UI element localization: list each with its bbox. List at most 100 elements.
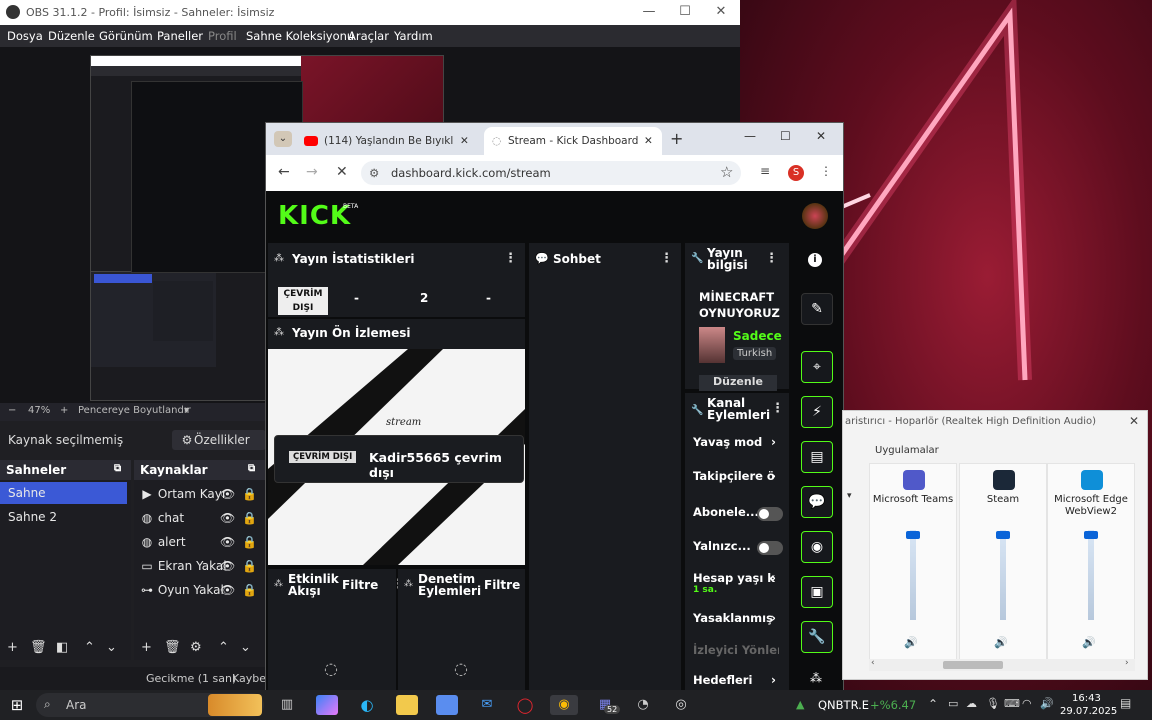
menu-araclar[interactable]: Araçlar xyxy=(348,29,389,43)
wrench-icon[interactable]: 🔧 xyxy=(801,621,833,653)
speaker-icon[interactable]: 🔊 xyxy=(1040,697,1054,710)
channel-action-row[interactable]: İzleyici Yönlendir xyxy=(693,643,785,661)
channel-action-row[interactable]: Yasaklanmış › xyxy=(693,611,785,629)
add-scene-button[interactable]: + xyxy=(7,640,18,655)
opera-icon[interactable]: ◯ xyxy=(514,695,536,715)
drag-handle-icon[interactable]: ⁂ xyxy=(404,579,413,589)
scrollbar-thumb[interactable] xyxy=(943,661,1003,669)
cloud-icon[interactable]: ☁ xyxy=(966,697,977,710)
menu-sahne-koleksiyonu[interactable]: Sahne Koleksiyonu xyxy=(246,29,354,43)
move-up-icon[interactable]: ⌃ xyxy=(218,640,229,655)
copilot-icon[interactable] xyxy=(316,695,338,715)
source-item[interactable]: ⊶ Oyun Yakal 👁 🔒 xyxy=(134,579,265,601)
lock-icon[interactable]: 🔒 xyxy=(242,483,257,505)
url-input[interactable]: ⚙ dashboard.kick.com/stream xyxy=(361,161,741,185)
channel-action-row[interactable]: Hedefleri › xyxy=(693,673,785,691)
minimize-button[interactable]: — xyxy=(634,3,664,21)
menu-gorunum[interactable]: Görünüm xyxy=(99,29,153,43)
drag-handle-icon[interactable]: ⁂ xyxy=(274,327,284,338)
lightning-icon[interactable]: ⚡ xyxy=(801,396,833,428)
menu-duzenle[interactable]: Düzenle xyxy=(48,29,95,43)
task-view-icon[interactable]: ▥ xyxy=(276,695,298,715)
tab-close-icon[interactable]: ✕ xyxy=(644,127,653,155)
apps-icon[interactable]: ⁂ xyxy=(810,671,822,685)
speaker-icon[interactable]: 🔊 xyxy=(904,636,918,649)
more-menu-icon[interactable]: ⋮ xyxy=(820,164,832,178)
drag-handle-icon[interactable]: ⁂ xyxy=(274,579,283,589)
file-explorer-icon[interactable] xyxy=(396,695,418,715)
tab-kick-dashboard[interactable]: ◌ Stream - Kick Dashboard ✕ xyxy=(484,127,662,155)
horizontal-scrollbar[interactable]: ‹ › xyxy=(869,658,1135,671)
user-avatar[interactable] xyxy=(802,203,828,229)
move-down-icon[interactable]: ⌄ xyxy=(240,640,251,655)
speaker-icon[interactable]: 🔊 xyxy=(1082,636,1096,649)
mail-icon[interactable]: ✉ xyxy=(476,695,498,715)
filter-icon[interactable]: ◧ xyxy=(56,640,68,655)
site-info-icon[interactable]: ⚙ xyxy=(369,161,379,185)
clock-time[interactable]: 16:43 xyxy=(1072,693,1101,704)
steam-taskbar-icon[interactable]: ◎ xyxy=(670,695,692,715)
clock-date[interactable]: 29.07.2025 xyxy=(1060,706,1117,717)
source-item[interactable]: ◍ alert 👁 🔒 xyxy=(134,531,265,553)
eye-icon[interactable]: 👁 xyxy=(220,579,235,601)
store-icon[interactable] xyxy=(436,695,458,715)
stop-icon[interactable]: ✕ xyxy=(336,164,348,180)
scroll-right-icon[interactable]: › xyxy=(1125,658,1129,668)
chevron-right-icon[interactable]: › xyxy=(771,435,776,449)
scroll-left-icon[interactable]: ‹ xyxy=(871,658,875,668)
channel-action-row[interactable]: Takipçilere ö › xyxy=(693,469,785,487)
volume-slider-track[interactable] xyxy=(1000,530,1006,620)
volume-slider-track[interactable] xyxy=(910,530,916,620)
scene-item-sahne[interactable]: Sahne xyxy=(0,482,127,504)
bookmark-star-icon[interactable]: ☆ xyxy=(720,163,733,181)
drag-handle-icon[interactable]: ⁂ xyxy=(274,253,284,264)
resize-dropdown-icon[interactable]: ▾ xyxy=(184,405,189,416)
kick-logo[interactable]: KICK xyxy=(278,201,351,231)
maximize-button[interactable]: ☐ xyxy=(780,129,791,143)
edit-button[interactable]: Düzenle xyxy=(699,375,777,391)
layout-icon[interactable]: ▣ xyxy=(801,576,833,608)
activity-filter-button[interactable]: Filtre xyxy=(342,578,378,592)
eye-icon[interactable]: 👁 xyxy=(220,555,235,577)
lock-icon[interactable]: 🔒 xyxy=(242,555,257,577)
close-button[interactable]: ✕ xyxy=(816,129,826,143)
scene-item-sahne-2[interactable]: Sahne 2 xyxy=(0,506,127,528)
volume-slider-thumb[interactable] xyxy=(1084,530,1098,539)
source-item[interactable]: ▶ Ortam Kayı 👁 🔒 xyxy=(134,483,265,505)
chevron-right-icon[interactable]: › xyxy=(771,571,776,585)
panel-menu-icon[interactable]: ⋮ xyxy=(504,251,517,266)
moderation-filter-button[interactable]: Filtre xyxy=(484,578,520,592)
tab-youtube[interactable]: (114) Yaşlandın Be Bıyıklı, Dün ✕ xyxy=(302,127,474,155)
windows-start-icon[interactable]: ⊞ xyxy=(6,695,28,715)
source-item[interactable]: ◍ chat 👁 🔒 xyxy=(134,507,265,529)
chevron-right-icon[interactable]: › xyxy=(771,611,776,625)
notes-icon[interactable]: ▤ xyxy=(801,441,833,473)
chat-bubble-icon[interactable]: 💬 xyxy=(801,486,833,518)
move-up-icon[interactable]: ⌃ xyxy=(84,640,95,655)
forward-icon[interactable]: → xyxy=(306,164,318,180)
undock-icon[interactable]: ⧉ xyxy=(248,463,255,474)
device-dropdown-icon[interactable]: ▾ xyxy=(847,491,852,501)
channel-action-row[interactable]: Yavaş mod › xyxy=(693,435,785,453)
volume-slider-thumb[interactable] xyxy=(996,530,1010,539)
channel-action-row[interactable]: Yalnızc... xyxy=(693,539,785,557)
zoom-in-button[interactable]: + xyxy=(60,405,68,416)
edge-icon[interactable]: ◐ xyxy=(356,695,378,715)
channel-action-row[interactable]: Hesap yaşı k1 sa. › xyxy=(693,571,785,595)
wifi-icon[interactable]: ◠ xyxy=(1022,697,1032,710)
eye-icon[interactable]: 👁 xyxy=(220,507,235,529)
maximize-button[interactable]: ☐ xyxy=(670,3,700,21)
menu-paneller[interactable]: Paneller xyxy=(157,29,203,43)
tab-search-icon[interactable]: ⌄ xyxy=(274,131,292,147)
lock-icon[interactable]: 🔒 xyxy=(242,507,257,529)
zoom-out-button[interactable]: − xyxy=(8,405,16,416)
lock-icon[interactable]: 🔒 xyxy=(242,579,257,601)
eye-icon[interactable]: 👁 xyxy=(220,483,235,505)
back-icon[interactable]: ← xyxy=(278,164,290,180)
notification-center-icon[interactable]: ▤ xyxy=(1120,696,1131,710)
meet-icon[interactable]: ▭ xyxy=(948,697,958,710)
resize-to-window[interactable]: Pencereye Boyutlandır xyxy=(78,405,191,416)
channel-action-row[interactable]: Abonele... xyxy=(693,505,785,523)
gear-icon[interactable]: ⚙ xyxy=(190,640,202,655)
speaker-icon[interactable]: 🔊 xyxy=(994,636,1008,649)
